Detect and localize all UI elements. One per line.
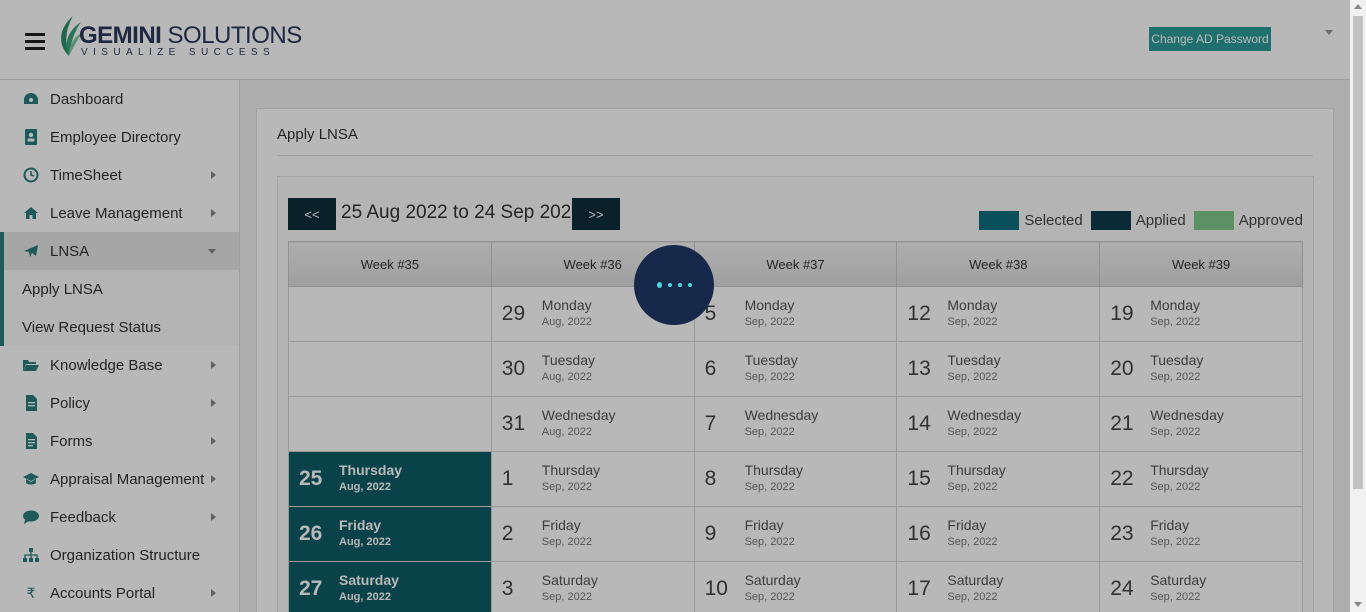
loading-spinner-icon <box>634 245 714 325</box>
scroll-thumb[interactable] <box>1353 16 1363 489</box>
loading-overlay <box>0 0 1350 612</box>
scroll-up-arrow-icon[interactable] <box>1354 4 1362 9</box>
page-scrollbar[interactable] <box>1350 0 1366 612</box>
scroll-down-arrow-icon[interactable] <box>1354 602 1362 607</box>
